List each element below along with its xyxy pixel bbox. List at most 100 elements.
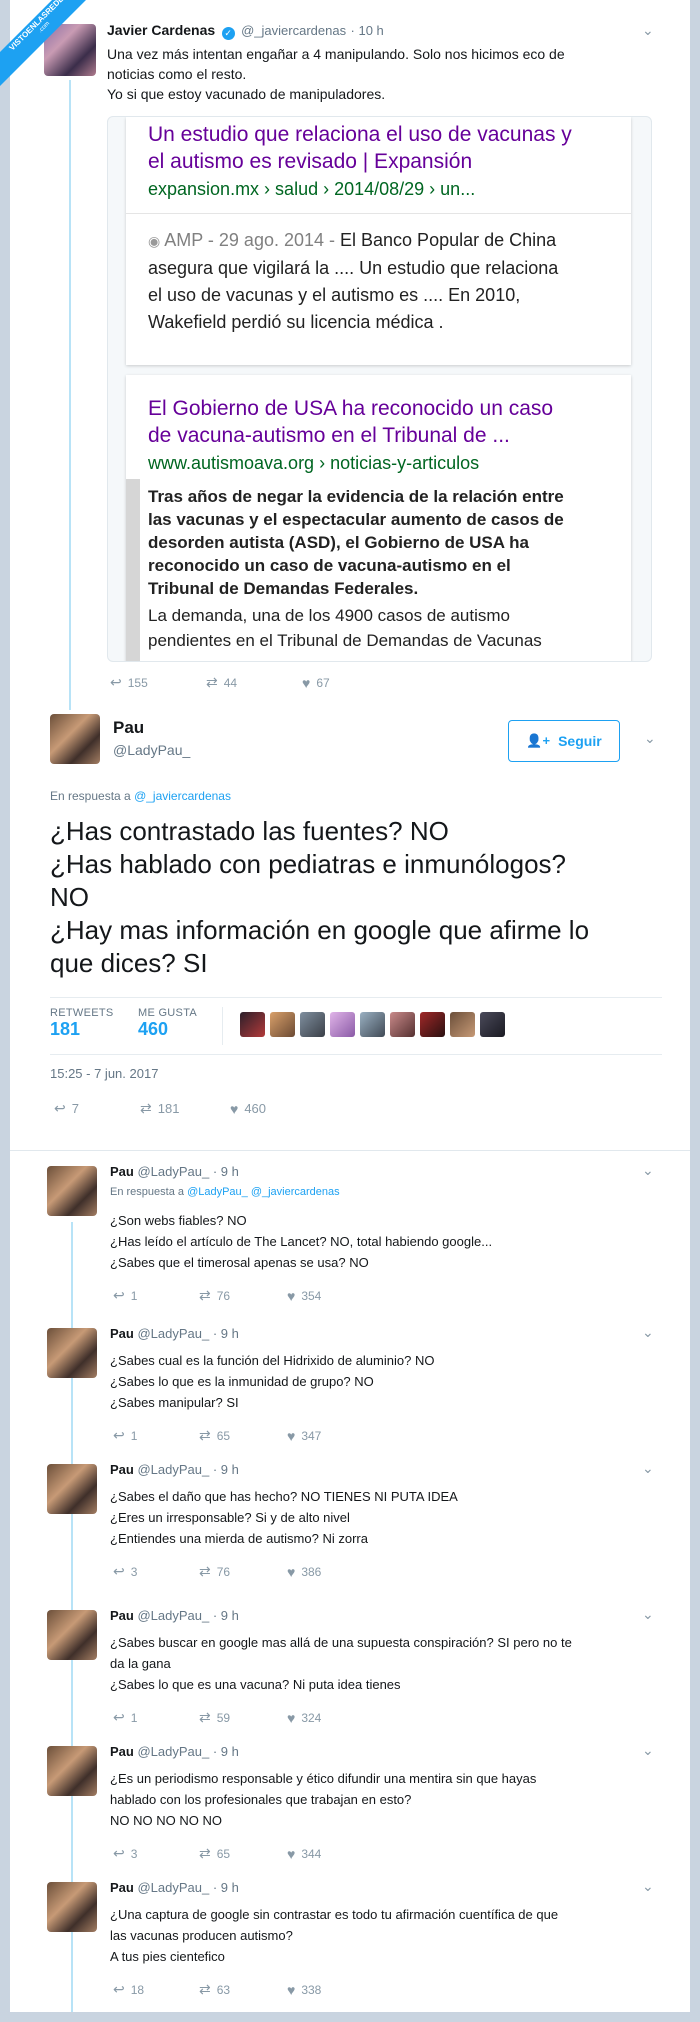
like-button[interactable]: ♥ 344 (287, 1845, 321, 1862)
author-handle[interactable]: @LadyPau_ (113, 742, 190, 758)
follow-button[interactable]: 👤+ Seguir (508, 720, 620, 762)
author-handle[interactable]: @LadyPau_ (137, 1744, 209, 1759)
like-button[interactable]: ♥ 354 (287, 1287, 321, 1304)
like-button[interactable]: ♥ 460 (230, 1100, 266, 1117)
text-line: ¿Sabes el daño que has hecho? NO TIENES … (110, 1489, 458, 1504)
chevron-down-icon[interactable]: ⌄ (642, 1606, 654, 1623)
reply-button[interactable]: ↩ 3 (113, 1845, 199, 1862)
result-url[interactable]: expansion.mx › salud › 2014/08/29 › un..… (148, 177, 475, 201)
author-name[interactable]: Pau (110, 1880, 134, 1895)
avatar[interactable] (47, 1610, 97, 1660)
tweet-time[interactable]: · 9 h (213, 1608, 239, 1623)
tweet-text: ¿Sabes el daño que has hecho? NO TIENES … (110, 1486, 655, 1549)
add-user-icon: 👤+ (526, 733, 551, 748)
author-handle[interactable]: @LadyPau_ (137, 1880, 209, 1895)
reply-to-link[interactable]: @LadyPau_ @_javiercardenas (187, 1186, 340, 1198)
retweet-count: 59 (216, 1710, 231, 1725)
heart-icon: ♥ (287, 1845, 296, 1862)
tweet-time[interactable]: · 9 h (213, 1326, 239, 1341)
avatar[interactable] (50, 714, 100, 764)
reply-button[interactable]: ↩ 18 (113, 1981, 199, 1998)
tweet-time[interactable]: · 9 h (213, 1462, 239, 1477)
like-count: 386 (301, 1564, 322, 1579)
author-name[interactable]: Pau (110, 1326, 134, 1341)
chevron-down-icon[interactable]: ⌄ (644, 730, 656, 747)
avatar[interactable] (47, 1882, 97, 1932)
result-url[interactable]: www.autismoava.org › noticias-y-articulo… (148, 451, 479, 475)
author-name[interactable]: Pau (110, 1462, 134, 1477)
retweet-button[interactable]: ⇄ 76 (199, 1563, 287, 1580)
avatar[interactable] (47, 1464, 97, 1514)
author-name[interactable]: Javier Cardenas (107, 22, 215, 38)
author-name[interactable]: Pau (113, 718, 144, 738)
like-button[interactable]: ♥ 67 (302, 674, 330, 691)
retweet-button[interactable]: ⇄ 44 (206, 674, 302, 691)
author-handle[interactable]: @LadyPau_ (137, 1164, 209, 1179)
author-handle[interactable]: @_javiercardenas (241, 23, 346, 38)
result-title[interactable]: El Gobierno de USA ha reconocido un caso… (148, 395, 618, 449)
chevron-down-icon[interactable]: ⌄ (642, 22, 654, 39)
retweet-button[interactable]: ⇄ 181 (140, 1100, 230, 1117)
liker-avatar[interactable] (450, 1012, 475, 1037)
amp-icon: ◉ (148, 233, 161, 249)
like-button[interactable]: ♥ 324 (287, 1709, 321, 1726)
retweet-button[interactable]: ⇄ 76 (199, 1287, 287, 1304)
liker-avatar[interactable] (300, 1012, 325, 1037)
tweet-timestamp[interactable]: 15:25 - 7 jun. 2017 (50, 1066, 158, 1081)
liker-avatar[interactable] (330, 1012, 355, 1037)
retweet-button[interactable]: ⇄ 65 (199, 1427, 287, 1444)
like-button[interactable]: ♥ 347 (287, 1427, 321, 1444)
chevron-down-icon[interactable]: ⌄ (642, 1460, 654, 1477)
reply-button[interactable]: ↩ 1 (113, 1287, 199, 1304)
text-line: ¿Has leído el artículo de The Lancet? NO… (110, 1234, 493, 1249)
reply-prefix: En respuesta a (110, 1186, 184, 1198)
liker-avatar[interactable] (390, 1012, 415, 1037)
reply-button[interactable]: ↩ 155 (110, 674, 206, 691)
retweet-button[interactable]: ⇄ 63 (199, 1981, 287, 1998)
retweet-button[interactable]: ⇄ 65 (199, 1845, 287, 1862)
author-handle[interactable]: @LadyPau_ (137, 1608, 209, 1623)
tweet-time[interactable]: · 9 h (213, 1164, 239, 1179)
reply-to-link[interactable]: @_javiercardenas (134, 789, 231, 803)
reply-button[interactable]: ↩ 1 (113, 1427, 199, 1444)
like-count: 324 (301, 1710, 322, 1725)
result-title[interactable]: Un estudio que relaciona el uso de vacun… (148, 121, 618, 175)
reply-button[interactable]: ↩ 7 (54, 1100, 140, 1117)
like-stat[interactable]: ME GUSTA 460 (138, 1007, 197, 1040)
retweet-count: 76 (216, 1564, 231, 1579)
liker-avatar[interactable] (420, 1012, 445, 1037)
liker-avatar[interactable] (240, 1012, 265, 1037)
chevron-down-icon[interactable]: ⌄ (642, 1162, 654, 1179)
highlight-line: Tribunal de Demandas Federales. (148, 579, 419, 598)
liker-avatar[interactable] (360, 1012, 385, 1037)
avatar[interactable] (47, 1746, 97, 1796)
reply-button[interactable]: ↩ 1 (113, 1709, 199, 1726)
avatar[interactable] (47, 1166, 97, 1216)
liker-avatar[interactable] (270, 1012, 295, 1037)
retweet-count: 65 (216, 1428, 231, 1443)
tweet-time[interactable]: · 9 h (213, 1744, 239, 1759)
tweet-time[interactable]: · 10 h (351, 23, 384, 38)
author-handle[interactable]: @LadyPau_ (137, 1326, 209, 1341)
reply-count: 1 (130, 1710, 138, 1725)
liker-avatar[interactable] (480, 1012, 505, 1037)
chevron-down-icon[interactable]: ⌄ (642, 1324, 654, 1341)
retweet-stat[interactable]: RETWEETS 181 (50, 1007, 114, 1040)
reply-button[interactable]: ↩ 3 (113, 1563, 199, 1580)
retweet-button[interactable]: ⇄ 59 (199, 1709, 287, 1726)
reply-icon: ↩ (113, 1287, 125, 1303)
like-button[interactable]: ♥ 386 (287, 1563, 321, 1580)
chevron-down-icon[interactable]: ⌄ (642, 1742, 654, 1759)
heart-icon: ♥ (302, 674, 311, 691)
author-name[interactable]: Pau (110, 1744, 134, 1759)
tweet-time[interactable]: · 9 h (213, 1880, 239, 1895)
text-line: ¿Sabes lo que es la inmunidad de grupo? … (110, 1374, 374, 1389)
chevron-down-icon[interactable]: ⌄ (642, 1878, 654, 1895)
author-handle[interactable]: @LadyPau_ (137, 1462, 209, 1477)
avatar[interactable] (47, 1328, 97, 1378)
author-name[interactable]: Pau (110, 1608, 134, 1623)
tweet-image-attachment[interactable]: Un estudio que relaciona el uso de vacun… (107, 116, 652, 662)
divider (50, 997, 662, 998)
like-button[interactable]: ♥ 338 (287, 1981, 321, 1998)
author-name[interactable]: Pau (110, 1164, 134, 1179)
